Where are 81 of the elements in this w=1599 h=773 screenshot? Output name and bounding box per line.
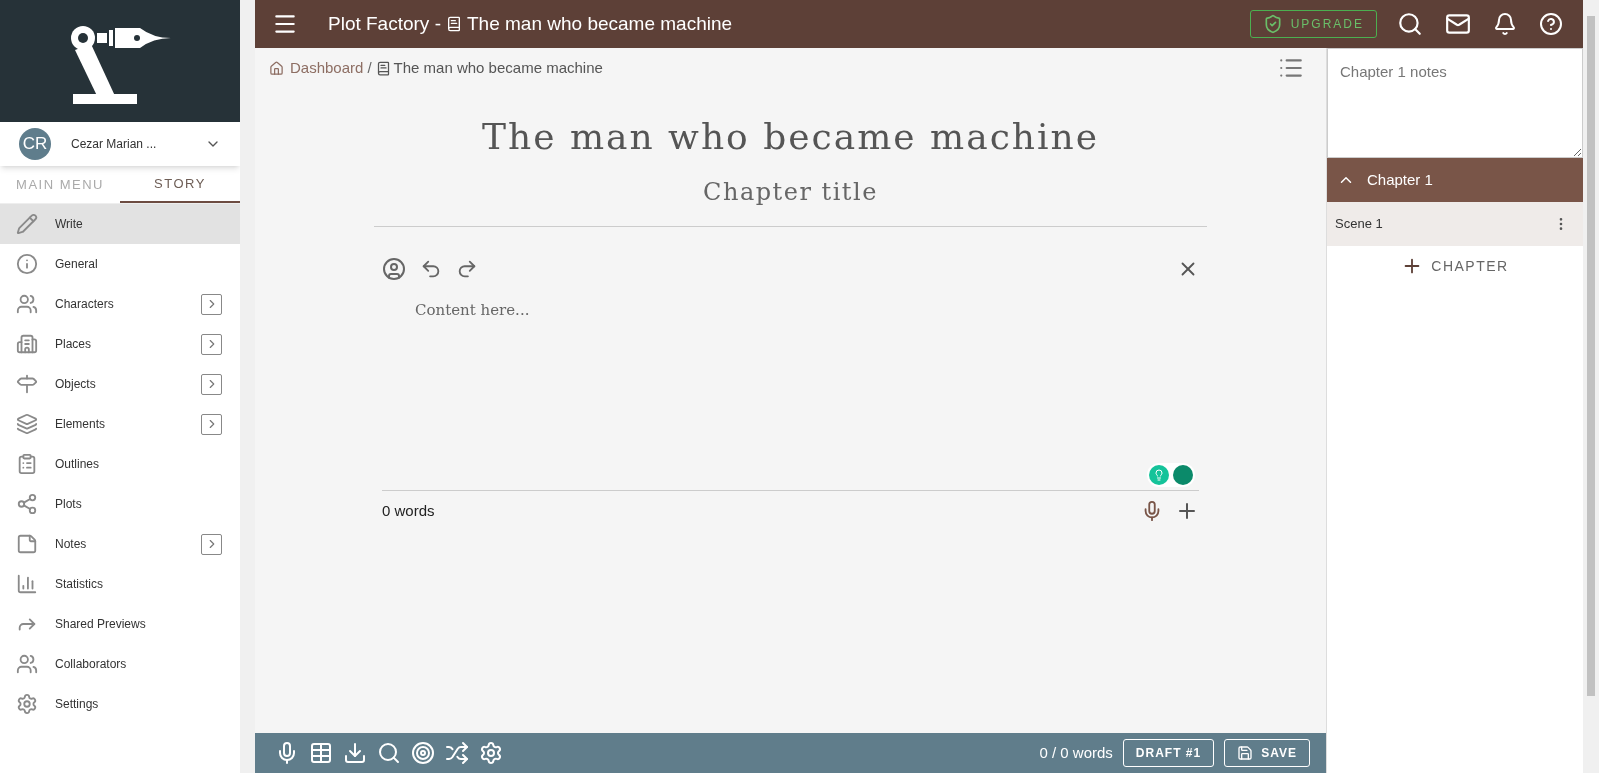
- expand-arrow-button[interactable]: [201, 413, 222, 435]
- signpost-icon: [16, 373, 38, 395]
- sidebar-item-label: Write: [55, 216, 84, 233]
- sidebar-item-label: Characters: [55, 296, 115, 313]
- table-icon[interactable]: [309, 741, 333, 765]
- lightbulb-badge-icon[interactable]: [1149, 465, 1169, 485]
- chapter-header[interactable]: Chapter 1: [1327, 158, 1583, 202]
- group-icon: [16, 653, 38, 675]
- save-button[interactable]: SAVE: [1224, 739, 1310, 767]
- help-icon[interactable]: [1539, 12, 1563, 36]
- sidebar-item[interactable]: Characters: [0, 284, 240, 324]
- sidebar-item[interactable]: Places: [0, 324, 240, 364]
- expand-arrow-button[interactable]: [201, 373, 222, 395]
- expand-arrow-button[interactable]: [201, 333, 222, 355]
- gear-icon: [16, 693, 38, 715]
- search-icon[interactable]: [1397, 11, 1423, 37]
- settings-icon[interactable]: [479, 741, 503, 765]
- add-chapter-button[interactable]: CHAPTER: [1327, 246, 1583, 286]
- book-icon: [375, 60, 391, 76]
- sidebar-item[interactable]: Write: [0, 204, 240, 244]
- sidebar-item-label: Shared Previews: [55, 616, 147, 633]
- mail-icon[interactable]: [1445, 11, 1471, 37]
- word-count: 0 words: [382, 500, 436, 521]
- pencil-icon: [16, 213, 38, 235]
- breadcrumb-separator: /: [367, 57, 372, 78]
- upgrade-button[interactable]: UPGRADE: [1249, 10, 1377, 38]
- sidebar-item[interactable]: Notes: [0, 524, 240, 564]
- nodes-icon: [16, 493, 38, 515]
- building-icon: [16, 333, 38, 355]
- sidebar-item-label: Places: [55, 336, 93, 353]
- book-icon: [446, 16, 462, 32]
- sidebar-item[interactable]: General: [0, 244, 240, 284]
- target-icon[interactable]: [411, 741, 435, 765]
- clipboard-icon: [16, 453, 38, 475]
- sidebar-item[interactable]: Collaborators: [0, 644, 240, 684]
- sidebar-item[interactable]: Elements: [0, 404, 240, 444]
- draft-button[interactable]: DRAFT #1: [1122, 739, 1215, 767]
- redo-icon[interactable]: [456, 258, 478, 280]
- sidebar-item-label: Statistics: [55, 576, 104, 593]
- expand-arrow-button[interactable]: [201, 533, 222, 555]
- sidebar-item-label: Elements: [55, 416, 107, 433]
- sidebar-item-label: Notes: [55, 536, 88, 553]
- shuffle-icon[interactable]: [445, 741, 469, 765]
- sidebar-item-label: Settings: [55, 696, 100, 713]
- user-avatar[interactable]: CR: [19, 128, 51, 160]
- book-heading: The man who became machine: [480, 115, 1101, 159]
- bar-chart-icon: [16, 573, 38, 595]
- sidebar-item[interactable]: Objects: [0, 364, 240, 404]
- chapter-title-field[interactable]: Chapter title: [374, 174, 1207, 227]
- breadcrumb-current: The man who became machine: [393, 57, 604, 78]
- layers-icon: [16, 413, 38, 435]
- scene-item[interactable]: Scene 1: [1327, 202, 1583, 246]
- sidebar-item-label: General: [55, 256, 99, 273]
- circle-badge-icon[interactable]: [1173, 465, 1193, 485]
- sidebar-item[interactable]: Settings: [0, 684, 240, 724]
- sidebar-item[interactable]: Plots: [0, 484, 240, 524]
- book-title: The man who became machine: [467, 11, 734, 36]
- home-icon[interactable]: [269, 60, 284, 76]
- scrollbar-thumb[interactable]: [1587, 16, 1595, 696]
- user-name[interactable]: Cezar Marian ...: [71, 135, 205, 153]
- expand-arrow-button[interactable]: [201, 293, 222, 315]
- bell-icon[interactable]: [1493, 12, 1517, 36]
- sidebar-item[interactable]: Shared Previews: [0, 604, 240, 644]
- search-icon[interactable]: [377, 741, 401, 765]
- download-icon[interactable]: [343, 741, 367, 765]
- dashboard-link[interactable]: Dashboard: [290, 56, 364, 80]
- content-field[interactable]: Content here...: [382, 291, 1199, 322]
- undo-icon[interactable]: [420, 258, 442, 280]
- app-title: Plot Factory -: [328, 11, 441, 36]
- sidebar-item-label: Objects: [55, 376, 97, 393]
- person-circle-icon[interactable]: [382, 257, 406, 281]
- sidebar-item[interactable]: Statistics: [0, 564, 240, 604]
- sidebar-item-label: Outlines: [55, 456, 101, 473]
- total-word-count: 0 / 0 words: [1039, 742, 1113, 763]
- info-icon: [16, 253, 38, 275]
- sidebar-item-label: Collaborators: [55, 656, 128, 673]
- people-icon: [16, 293, 38, 315]
- note-icon: [16, 533, 38, 555]
- chapter-notes-field[interactable]: Chapter 1 notes: [1327, 48, 1583, 158]
- sidebar-item[interactable]: Outlines: [0, 444, 240, 484]
- sidebar-item-label: Plots: [55, 496, 83, 513]
